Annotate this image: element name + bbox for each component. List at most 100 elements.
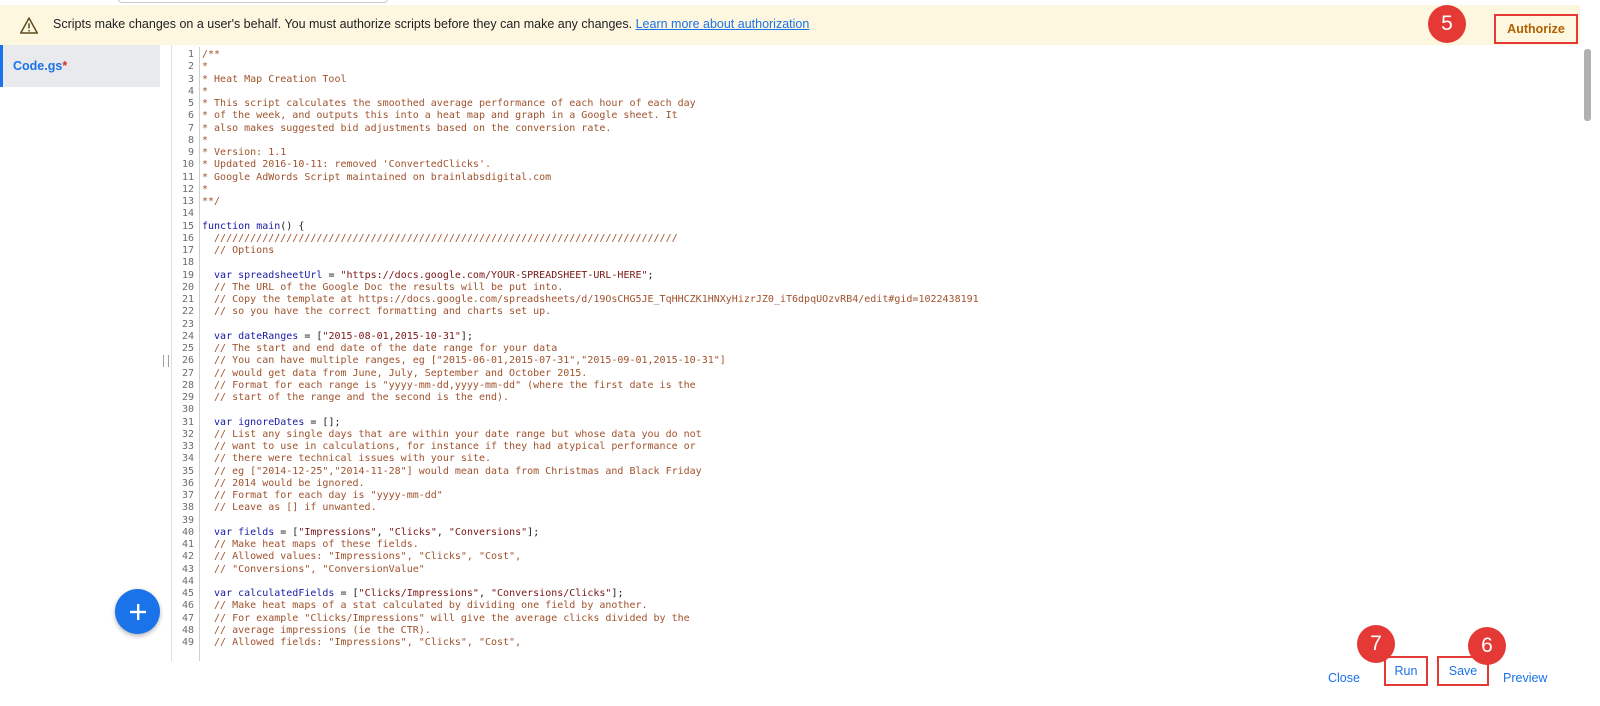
save-button[interactable]: Save [1437,656,1489,686]
top-input-edge [118,0,388,3]
line-number: 1 [187,49,194,60]
line-number: 43 [181,563,194,575]
line-number: 27 [181,367,194,379]
line-number: 36 [181,477,194,489]
code-line: 14 [172,208,1562,220]
code-line: 17 // Options [172,245,1562,257]
scrollbar-thumb[interactable] [1584,49,1591,121]
line-number: 46 [181,600,194,612]
line-number: 33 [181,441,194,452]
code-line: 7 * also makes suggested bid adjustments … [172,123,1562,135]
line-number: 23 [181,318,194,330]
code-token: * also makes suggested bid adjustments b… [202,122,612,134]
code-token: "Clicks/Impressions" [358,588,479,599]
code-line: 30 [172,404,1562,416]
code-token: * Heat Map Creation Tool [202,73,347,85]
line-number: 9 [187,147,194,158]
line-number: 29 [181,392,194,403]
code-token: // Allowed values: "Impressions", "Click… [202,551,522,563]
code-token: // Format for each day is "yyyy-mm-dd" [202,490,443,501]
line-number: 37 [181,490,194,501]
line-number: 19 [181,269,194,281]
line-number: 34 [181,453,194,465]
code-token: // would get data from June, July, Septe… [202,367,588,379]
line-number: 32 [181,428,194,440]
code-line: 44 [172,576,1562,588]
code-editor[interactable]: 1/** 2 * 3 * Heat Map Creation Tool 4 * 5 * This… [171,45,1567,661]
add-file-button[interactable] [115,589,160,634]
authorize-button[interactable]: Authorize [1494,14,1578,44]
code-token: = [ [298,330,323,342]
code-token: "https://docs.google.com/YOUR-SPREADSHEE… [340,269,648,281]
line-number: 47 [181,612,194,624]
code-line: 23 [172,319,1562,331]
code-token: = [ [274,526,299,538]
line-number: 5 [187,98,194,109]
panel-resize-handle[interactable] [163,355,169,367]
line-number: 38 [181,502,194,514]
close-button[interactable]: Close [1322,670,1366,686]
code-line: 36 // 2014 would be ignored. [172,478,1562,490]
code-token: ; [647,269,654,281]
code-line: 8 * [172,135,1562,147]
code-token: ]; [460,330,473,342]
code-line: 13 **/ [172,196,1562,208]
line-number: 15 [181,220,194,232]
code-token: function [202,220,257,232]
line-number: 13 [181,196,194,207]
run-button[interactable]: Run [1384,656,1428,686]
code-token: // For example "Clicks/Impressions" will… [202,612,690,624]
code-token: // Format for each range is "yyyy-mm-dd,… [202,379,696,391]
code-line: 46 // Make heat maps of a stat calculate… [172,600,1562,612]
code-token: // "Conversions", "ConversionValue" [202,563,425,575]
code-line: 39 [172,515,1562,527]
code-line: 21 // Copy the template at https://docs.… [172,294,1562,306]
code-line: 9 * Version: 1.1 [172,147,1562,159]
code-line: 16 /////////////////////////////////////… [172,233,1562,245]
code-token: **/ [202,196,221,207]
code-line: 25 // The start and end date of the date… [172,343,1562,355]
line-number: 28 [181,379,194,391]
code-line: 15 function main() { [172,221,1562,233]
banner-message: Scripts make changes on a user's behalf.… [53,17,809,31]
code-line: 6 * of the week, and outputs this into a … [172,110,1562,122]
authorization-banner: Scripts make changes on a user's behalf.… [0,5,1580,45]
line-number: 2 [187,61,194,73]
line-number: 6 [187,110,194,122]
code-token: // Copy the template at https://docs.goo… [202,294,979,305]
code-token: var [202,330,239,342]
code-token: // You can have multiple ranges, eg ["20… [202,355,726,367]
code-token: // Make heat maps of a stat calculated b… [202,600,648,612]
code-token: = []; [304,416,341,428]
code-token: = [ [334,588,359,599]
code-token: ////////////////////////////////////////… [202,232,678,244]
code-token: // Options [202,245,275,256]
code-token: * Updated 2016-10-11: removed 'Converted… [202,159,491,171]
code-line: 33 // want to use in calculations, for i… [172,441,1562,453]
code-token: ]; [611,588,624,599]
code-token: = [322,269,341,281]
line-number: 22 [181,306,194,318]
code-token: spreadsheetUrl [238,269,323,281]
line-number: 26 [181,355,194,367]
code-token: dateRanges [238,330,299,342]
code-token: // average impressions (ie the CTR). [202,624,431,636]
line-number: 39 [181,514,194,526]
line-number: 40 [181,526,194,538]
code-line: 41 // Make heat maps of these fields. [172,539,1562,551]
preview-button[interactable]: Preview [1497,670,1553,686]
line-number: 45 [181,588,194,599]
file-item-code-gs[interactable]: Code.gs * [0,45,160,87]
code-line: 19 var spreadsheetUrl = "https://docs.go… [172,270,1562,282]
code-token: * This script calculates the smoothed av… [202,98,696,109]
code-token: "Clicks" [388,526,437,538]
line-number: 10 [181,159,194,171]
code-line: 32 // List any single days that are with… [172,429,1562,441]
code-line: 43 // "Conversions", "ConversionValue" [172,564,1562,576]
code-token: * [202,61,209,73]
code-line: 11 * Google AdWords Script maintained on … [172,172,1562,184]
learn-more-link[interactable]: Learn more about authorization [636,17,810,31]
editor-scrollbar[interactable] [1579,45,1591,661]
code-token: ]; [527,526,540,538]
banner-text: Scripts make changes on a user's behalf.… [53,17,633,31]
